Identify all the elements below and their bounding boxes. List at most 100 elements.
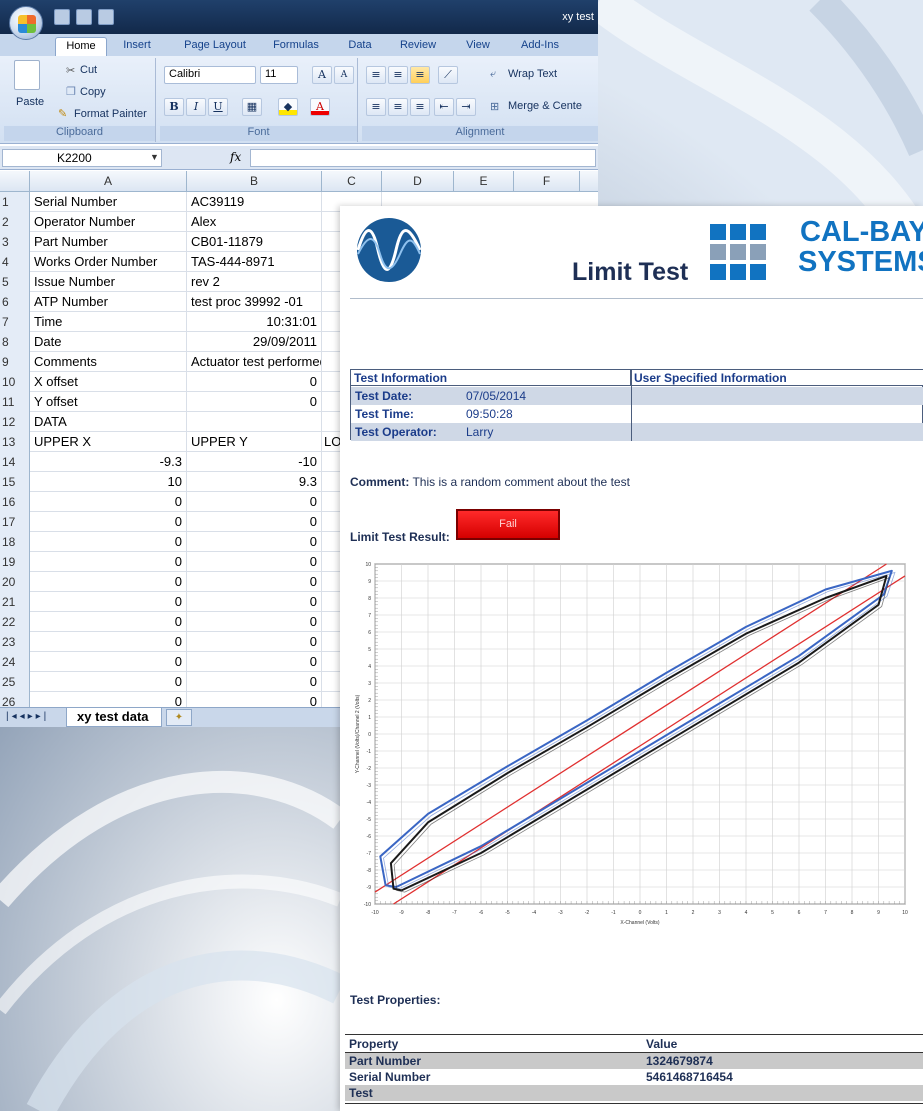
row-number[interactable]: 15 bbox=[0, 472, 30, 492]
cell-b[interactable]: 0 bbox=[187, 652, 322, 672]
cell-a[interactable]: X offset bbox=[30, 372, 187, 392]
cell-a[interactable]: Serial Number bbox=[30, 192, 187, 212]
font-size-select[interactable]: 11 bbox=[260, 66, 298, 84]
cell-a[interactable]: 0 bbox=[30, 612, 187, 632]
font-name-select[interactable]: Calibri bbox=[164, 66, 256, 84]
cell-b[interactable]: 0 bbox=[187, 512, 322, 532]
column-header-a[interactable]: A bbox=[30, 171, 187, 192]
tab-view[interactable]: View bbox=[458, 37, 498, 56]
cell-a[interactable]: UPPER X bbox=[30, 432, 187, 452]
underline-icon[interactable]: U bbox=[208, 98, 228, 116]
row-number[interactable]: 10 bbox=[0, 372, 30, 392]
cell-b[interactable]: 0 bbox=[187, 592, 322, 612]
row-number[interactable]: 16 bbox=[0, 492, 30, 512]
decrease-indent-icon[interactable]: ⇤ bbox=[434, 98, 454, 116]
align-top-icon[interactable]: ≡ bbox=[366, 66, 386, 84]
row-number[interactable]: 22 bbox=[0, 612, 30, 632]
tab-home[interactable]: Home bbox=[55, 37, 107, 56]
shrink-font-icon[interactable]: A bbox=[334, 66, 354, 84]
row-number[interactable]: 25 bbox=[0, 672, 30, 692]
cell-a[interactable]: Time bbox=[30, 312, 187, 332]
cell-b[interactable]: 0 bbox=[187, 612, 322, 632]
fill-color-icon[interactable]: ◆ bbox=[278, 98, 298, 116]
chevron-down-icon[interactable]: ▼ bbox=[150, 152, 159, 162]
cut-button[interactable]: Cut bbox=[80, 64, 97, 76]
sheet-nav-arrows-icon[interactable]: |◂◂▸▸| bbox=[6, 711, 49, 722]
row-number[interactable]: 7 bbox=[0, 312, 30, 332]
row-number[interactable]: 26 bbox=[0, 692, 30, 707]
fx-icon[interactable]: fx bbox=[230, 150, 241, 164]
column-header-b[interactable]: B bbox=[187, 171, 322, 192]
orientation-icon[interactable]: ⟋ bbox=[438, 66, 458, 84]
name-box[interactable]: K2200 bbox=[2, 149, 162, 167]
sheet-tab-xy-test-data[interactable]: xy test data bbox=[66, 708, 162, 727]
cell-a[interactable]: 0 bbox=[30, 692, 187, 707]
align-middle-icon[interactable]: ≡ bbox=[388, 66, 408, 84]
tab-review[interactable]: Review bbox=[392, 37, 444, 56]
row-number[interactable]: 3 bbox=[0, 232, 30, 252]
cell-a[interactable]: 0 bbox=[30, 532, 187, 552]
cell-b[interactable]: 10:31:01 bbox=[187, 312, 322, 332]
cell-a[interactable]: Date bbox=[30, 332, 187, 352]
row-number[interactable]: 20 bbox=[0, 572, 30, 592]
column-header-f[interactable]: F bbox=[514, 171, 580, 192]
row-number[interactable]: 1 bbox=[0, 192, 30, 212]
row-number[interactable]: 19 bbox=[0, 552, 30, 572]
tab-page-layout[interactable]: Page Layout bbox=[175, 37, 255, 56]
cell-b[interactable]: 29/09/2011 bbox=[187, 332, 322, 352]
formula-input[interactable] bbox=[250, 149, 596, 167]
select-all-corner[interactable] bbox=[0, 171, 30, 192]
column-header-d[interactable]: D bbox=[382, 171, 454, 192]
italic-icon[interactable]: I bbox=[186, 98, 206, 116]
cell-a[interactable]: 0 bbox=[30, 572, 187, 592]
cell-a[interactable]: Issue Number bbox=[30, 272, 187, 292]
align-bottom-icon[interactable]: ≡ bbox=[410, 66, 430, 84]
font-color-icon[interactable]: A bbox=[310, 98, 330, 116]
cell-b[interactable]: Actuator test performed bbox=[187, 352, 322, 372]
row-number[interactable]: 21 bbox=[0, 592, 30, 612]
row-number[interactable]: 2 bbox=[0, 212, 30, 232]
row-number[interactable]: 18 bbox=[0, 532, 30, 552]
cell-a[interactable]: Works Order Number bbox=[30, 252, 187, 272]
cell-a[interactable]: 0 bbox=[30, 512, 187, 532]
cell-b[interactable]: Alex bbox=[187, 212, 322, 232]
row-number[interactable]: 17 bbox=[0, 512, 30, 532]
row-number[interactable]: 12 bbox=[0, 412, 30, 432]
row-number[interactable]: 5 bbox=[0, 272, 30, 292]
format-painter-button[interactable]: Format Painter bbox=[74, 108, 147, 120]
bold-icon[interactable]: B bbox=[164, 98, 184, 116]
column-header-e[interactable]: E bbox=[454, 171, 514, 192]
undo-icon[interactable] bbox=[76, 9, 92, 25]
cell-b[interactable] bbox=[187, 412, 322, 432]
tab-insert[interactable]: Insert bbox=[114, 37, 160, 56]
cell-b[interactable]: rev 2 bbox=[187, 272, 322, 292]
cell-b[interactable]: 9.3 bbox=[187, 472, 322, 492]
row-number[interactable]: 11 bbox=[0, 392, 30, 412]
insert-sheet-icon[interactable]: ✦ bbox=[166, 709, 192, 726]
row-number[interactable]: 6 bbox=[0, 292, 30, 312]
tab-data[interactable]: Data bbox=[340, 37, 380, 56]
paste-button[interactable]: Paste bbox=[16, 96, 44, 108]
cell-b[interactable]: CB01-11879 bbox=[187, 232, 322, 252]
copy-button[interactable]: Copy bbox=[80, 86, 106, 98]
redo-icon[interactable] bbox=[98, 9, 114, 25]
increase-indent-icon[interactable]: ⇥ bbox=[456, 98, 476, 116]
cell-b[interactable]: 0 bbox=[187, 552, 322, 572]
cell-b[interactable]: 0 bbox=[187, 492, 322, 512]
row-number[interactable]: 4 bbox=[0, 252, 30, 272]
cell-a[interactable]: ATP Number bbox=[30, 292, 187, 312]
row-number[interactable]: 8 bbox=[0, 332, 30, 352]
cell-b[interactable]: 0 bbox=[187, 392, 322, 412]
cell-a[interactable]: 0 bbox=[30, 652, 187, 672]
cell-b[interactable]: AC39119 bbox=[187, 192, 322, 212]
cell-a[interactable]: Y offset bbox=[30, 392, 187, 412]
align-left-icon[interactable]: ≡ bbox=[366, 98, 386, 116]
align-right-icon[interactable]: ≡ bbox=[410, 98, 430, 116]
cell-a[interactable]: 0 bbox=[30, 552, 187, 572]
cell-a[interactable]: DATA bbox=[30, 412, 187, 432]
office-button[interactable] bbox=[9, 6, 43, 40]
row-number[interactable]: 9 bbox=[0, 352, 30, 372]
tab-add-ins[interactable]: Add-Ins bbox=[512, 37, 568, 56]
grow-font-icon[interactable]: A bbox=[312, 66, 332, 84]
cell-b[interactable]: 0 bbox=[187, 372, 322, 392]
